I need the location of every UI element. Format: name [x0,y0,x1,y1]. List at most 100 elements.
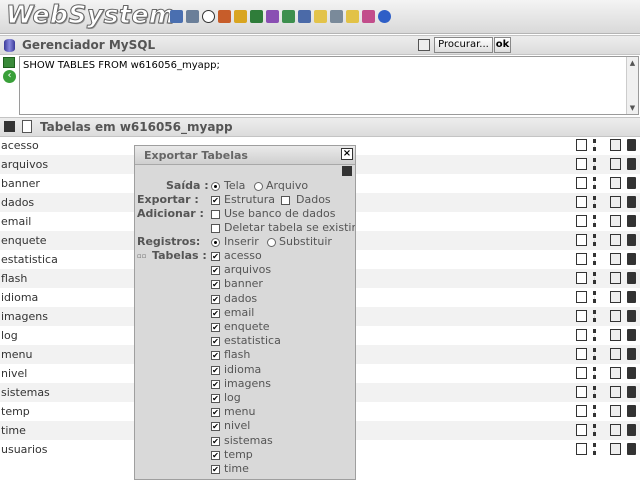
delete-icon[interactable] [627,424,636,436]
tabela-checkbox[interactable]: ✔ [211,294,220,304]
export-icon[interactable] [610,348,621,360]
delete-icon[interactable] [627,291,636,303]
edit-icon[interactable] [576,367,587,379]
table-icon[interactable] [298,10,311,23]
tabela-checkbox[interactable]: ✔ [211,436,220,446]
scroll-up-icon[interactable]: ▲ [628,58,637,68]
export-icon[interactable] [610,310,621,322]
tabela-checkbox[interactable]: ✔ [211,337,220,347]
export-icon[interactable] [610,329,621,341]
table-name[interactable]: email [1,215,31,228]
edit-icon[interactable] [576,348,587,360]
edit-icon[interactable] [576,253,587,265]
delete-icon[interactable] [627,329,636,341]
list-icon[interactable] [593,310,604,322]
scroll-down-icon[interactable]: ▼ [628,103,637,113]
chart-icon[interactable] [266,10,279,23]
export-icon[interactable] [610,443,621,455]
mail-icon[interactable] [346,10,359,23]
export-icon[interactable] [610,215,621,227]
sql-query-editor[interactable]: SHOW TABLES FROM w616056_myapp; ▲ ▼ [19,56,639,115]
exportar-dados-checkbox[interactable] [281,196,290,205]
export-icon[interactable] [610,424,621,436]
export-icon[interactable] [610,139,621,151]
help-icon[interactable] [378,10,391,23]
export-icon[interactable] [610,253,621,265]
new-file-icon[interactable] [22,120,32,133]
exportar-estrutura-checkbox[interactable]: ✔ [211,196,220,205]
table-name[interactable]: idioma [1,291,38,304]
edit-icon[interactable] [576,177,587,189]
edit-icon[interactable] [576,234,587,246]
table-name[interactable]: acesso [1,139,39,152]
edit-icon[interactable] [576,158,587,170]
close-icon[interactable]: × [341,148,353,160]
export-icon[interactable] [610,177,621,189]
list-icon[interactable] [593,272,604,284]
tabela-checkbox[interactable]: ✔ [211,465,220,474]
table-name[interactable]: log [1,329,18,342]
tabela-checkbox[interactable]: ✔ [211,323,220,332]
window-icon[interactable] [282,10,295,23]
table-name[interactable]: menu [1,348,32,361]
table-name[interactable]: estatistica [1,253,58,266]
list-icon[interactable] [593,443,604,455]
wrench-icon[interactable] [186,10,199,23]
list-icon[interactable] [593,424,604,436]
export-icon[interactable] [610,291,621,303]
registros-inserir-radio[interactable] [211,238,220,247]
tabela-checkbox[interactable]: ✔ [211,450,220,460]
list-icon[interactable] [593,291,604,303]
table-name[interactable]: enquete [1,234,47,247]
table-name[interactable]: imagens [1,310,48,323]
table-name[interactable]: banner [1,177,40,190]
tabela-checkbox[interactable]: ✔ [211,351,220,361]
delete-icon[interactable] [627,177,636,189]
edit-icon[interactable] [576,424,587,436]
tabela-checkbox[interactable]: ✔ [211,280,220,290]
export-icon[interactable] [610,196,621,208]
save-icon[interactable] [4,121,15,132]
table-name[interactable]: dados [1,196,34,209]
edit-icon[interactable] [576,215,587,227]
export-icon[interactable] [610,272,621,284]
sql-query-text[interactable]: SHOW TABLES FROM w616056_myapp; [23,60,220,71]
tabela-checkbox[interactable]: ✔ [211,266,220,276]
paint-icon[interactable] [362,10,375,23]
editor-scrollbar[interactable]: ▲ ▼ [626,57,638,114]
table-name[interactable]: nivel [1,367,27,380]
delete-icon[interactable] [627,234,636,246]
delete-icon[interactable] [627,310,636,322]
edit-icon[interactable] [576,310,587,322]
registros-substituir-radio[interactable] [267,238,276,247]
copy-icon[interactable] [330,10,343,23]
list-icon[interactable] [593,348,604,360]
list-icon[interactable] [593,253,604,265]
delete-icon[interactable] [627,443,636,455]
edit-icon[interactable] [576,386,587,398]
delete-icon[interactable] [627,367,636,379]
list-icon[interactable] [593,139,604,151]
adicionar-usar-checkbox[interactable] [211,210,220,219]
edit-icon[interactable] [576,196,587,208]
edit-icon[interactable] [576,272,587,284]
table-name[interactable]: sistemas [1,386,50,399]
edit-icon[interactable] [576,329,587,341]
export-icon[interactable] [610,386,621,398]
adicionar-deletar-checkbox[interactable] [211,224,220,233]
run-query-icon[interactable] [3,57,15,68]
saida-tela-radio[interactable] [211,182,220,191]
folder-icon[interactable] [314,10,327,23]
export-icon[interactable] [610,367,621,379]
delete-icon[interactable] [627,272,636,284]
list-icon[interactable] [593,177,604,189]
books-icon[interactable] [250,10,263,23]
person-icon[interactable] [218,10,231,23]
table-name[interactable]: arquivos [1,158,48,171]
table-name[interactable]: time [1,424,26,437]
table-name[interactable]: flash [1,272,27,285]
list-icon[interactable] [593,215,604,227]
export-save-icon[interactable] [342,166,352,176]
export-dialog-titlebar[interactable]: Exportar Tabelas × [135,146,355,165]
delete-icon[interactable] [627,139,636,151]
